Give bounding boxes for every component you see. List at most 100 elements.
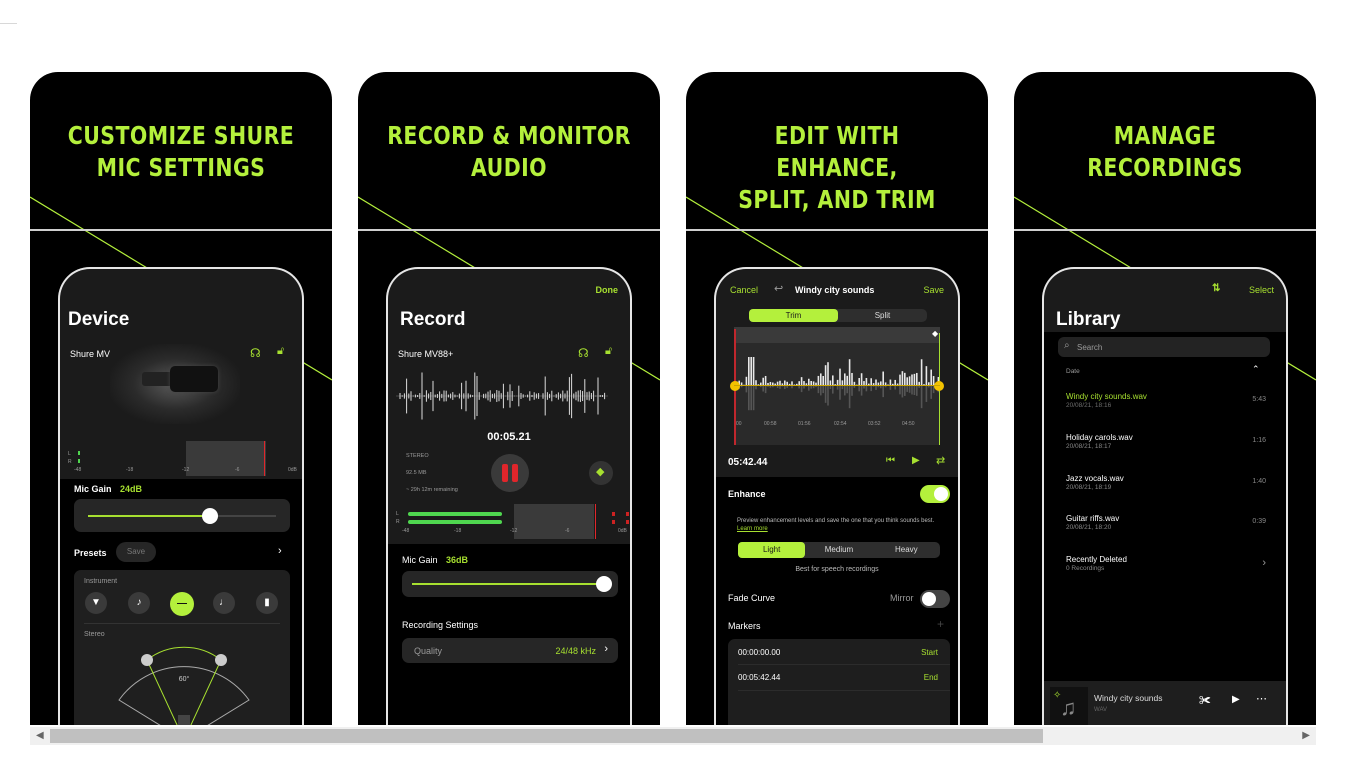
phone-edit-screen: Cancel ↩ Windy city sounds Save Trim Spl…: [714, 267, 960, 725]
waveform-reflection-bar: [860, 385, 863, 396]
enhance-description: Preview enhancement levels and save the …: [737, 518, 935, 532]
recording-item[interactable]: Windy city sounds.wav 20/08/21, 18:16 5:…: [1066, 392, 1266, 409]
screenshot-card-edit: EDIT WITH ENHANCE, SPLIT, AND TRIM Cance…: [686, 72, 988, 725]
waveform-bar: [750, 357, 752, 385]
unlock-icon[interactable]: 🔓︎: [277, 345, 284, 358]
trim-waveform-area[interactable]: ◆ 00 00:58 01:56 02:54 03:52 04:50: [730, 327, 944, 445]
file-title: Windy city sounds: [795, 285, 875, 295]
waveform-reflection-bar: [748, 385, 750, 411]
save-button[interactable]: Save: [923, 285, 944, 295]
acoustic-guitar-preset-icon[interactable]: ♩: [213, 592, 235, 614]
marker-time[interactable]: 00:00:00.00: [738, 648, 780, 657]
play-icon[interactable]: ▶: [1232, 694, 1240, 705]
presets-panel: Instrument ▼ ♪ — ♩ ▮ Stereo 60°: [74, 570, 290, 725]
page-title: Device: [68, 309, 130, 330]
headphones-icon[interactable]: ☊: [578, 346, 589, 360]
mic-gain-slider[interactable]: [402, 571, 618, 597]
tab-trim[interactable]: Trim: [749, 309, 838, 322]
device-name: Shure MV88+: [398, 349, 454, 359]
level-hint: Best for speech recordings: [795, 566, 879, 573]
slider-knob[interactable]: [596, 576, 612, 592]
waveform-bar: [906, 377, 908, 385]
waveform-bar: [822, 376, 824, 385]
end-marker-icon[interactable]: ◆: [932, 329, 938, 338]
level-light[interactable]: Light: [738, 542, 806, 558]
page-title: Record: [400, 309, 466, 330]
waveform-bar: [832, 375, 834, 385]
waveform-reflection-bar: [750, 385, 752, 411]
save-preset-button[interactable]: Save: [116, 542, 156, 562]
waveform-reflection-bar: [839, 385, 841, 400]
mic-gain-value: 24dB: [120, 484, 143, 494]
learn-more-link[interactable]: Learn more: [737, 526, 768, 532]
pause-icon: [502, 464, 508, 482]
mic-gain-slider[interactable]: [74, 499, 290, 532]
headphones-icon[interactable]: ☊: [250, 346, 261, 360]
loud-preset-icon[interactable]: ▮: [256, 592, 278, 614]
pause-button[interactable]: [491, 454, 529, 492]
waveform-bar: [870, 378, 872, 385]
chevron-right-icon: ›: [604, 643, 608, 655]
decorative-horizontal-line: [686, 229, 988, 231]
waveform-reflection-bar: [800, 385, 803, 393]
play-icon[interactable]: ▶: [912, 455, 920, 466]
marker-time[interactable]: 00:05:42.44: [738, 673, 780, 682]
recording-item[interactable]: Jazz vocals.wav 20/08/21, 18:19 1:40: [1066, 474, 1266, 491]
waveform-reflection-bar: [925, 385, 928, 402]
select-button[interactable]: Select: [1249, 285, 1274, 295]
done-button[interactable]: Done: [596, 285, 619, 295]
search-input[interactable]: ⌕ Search: [1058, 337, 1270, 357]
svg-text:60°: 60°: [179, 675, 190, 683]
waveform-bar: [916, 372, 918, 385]
scroll-left-arrow[interactable]: ◀: [36, 730, 44, 741]
decorative-horizontal-line: [358, 229, 660, 231]
unlock-icon[interactable]: 🔓︎: [605, 345, 612, 358]
waveform-bar: [745, 376, 748, 385]
waveform-bar: [846, 375, 848, 385]
flat-preset-icon[interactable]: —: [170, 592, 194, 616]
chevron-up-icon[interactable]: ⌃: [1252, 364, 1260, 375]
enhance-toggle[interactable]: [920, 485, 950, 503]
now-playing-bar[interactable]: ✧ ♫ Windy city sounds WAV ✀ ▶ ⋯: [1044, 681, 1286, 725]
waveform-reflection-bar: [848, 385, 851, 409]
add-marker-icon[interactable]: +: [937, 617, 944, 631]
waveform-reflection-bar: [824, 385, 827, 403]
undo-icon[interactable]: ↩: [774, 282, 783, 295]
duration-readout: 05:42.44: [728, 457, 768, 468]
scrollbar-thumb[interactable]: [50, 729, 1043, 743]
decorative-horizontal-line: [30, 229, 332, 231]
scroll-right-arrow[interactable]: ▶: [1302, 730, 1310, 741]
marker-diamond-icon: ◆: [596, 466, 605, 478]
loop-icon[interactable]: ⇄: [936, 454, 945, 467]
stereo-width-diagram[interactable]: 60°: [114, 645, 254, 725]
recording-item[interactable]: Holiday carols.wav 20/08/21, 18:17 1:16: [1066, 433, 1266, 450]
trim-end-handle[interactable]: [934, 381, 944, 391]
tab-split[interactable]: Split: [838, 309, 927, 322]
recording-item[interactable]: Guitar riffs.wav 20/08/21, 18:20 0:39: [1066, 514, 1266, 531]
sort-icon[interactable]: ⇅: [1212, 283, 1220, 294]
slider-knob[interactable]: [202, 508, 218, 524]
add-marker-button[interactable]: ◆: [589, 461, 613, 485]
microphone-image: [110, 344, 240, 424]
speech-preset-icon[interactable]: ▼: [85, 592, 107, 614]
level-heavy[interactable]: Heavy: [873, 542, 940, 558]
more-options-icon[interactable]: ⋯: [1256, 692, 1267, 705]
horizontal-scrollbar[interactable]: ◀ ▶: [30, 727, 1316, 745]
mirror-label: Mirror: [890, 593, 914, 603]
quality-row[interactable]: Quality 24/48 kHz ›: [402, 638, 618, 663]
singing-preset-icon[interactable]: ♪: [128, 592, 150, 614]
waveform-bar: [899, 374, 901, 385]
phone-record-screen: Done Record Shure MV88+ ☊ 🔓︎ 00:05.21 ST…: [386, 267, 632, 725]
recently-deleted-item[interactable]: Recently Deleted 0 Recordings ›: [1066, 555, 1266, 572]
cancel-button[interactable]: Cancel: [730, 285, 758, 295]
chevron-right-icon[interactable]: ›: [278, 545, 282, 557]
waveform-reflection-bar: [851, 385, 853, 396]
waveform-bar: [882, 371, 884, 385]
screenshot-card-device: CUSTOMIZE SHURE MIC SETTINGS Device Shur…: [30, 72, 332, 725]
scissors-icon[interactable]: ✀: [1199, 693, 1211, 708]
skip-to-start-icon[interactable]: ⏮︎: [886, 455, 895, 466]
trim-start-handle[interactable]: [730, 381, 740, 391]
mirror-toggle[interactable]: [920, 590, 950, 608]
left-level-bar: [408, 512, 502, 516]
level-medium[interactable]: Medium: [805, 542, 872, 558]
